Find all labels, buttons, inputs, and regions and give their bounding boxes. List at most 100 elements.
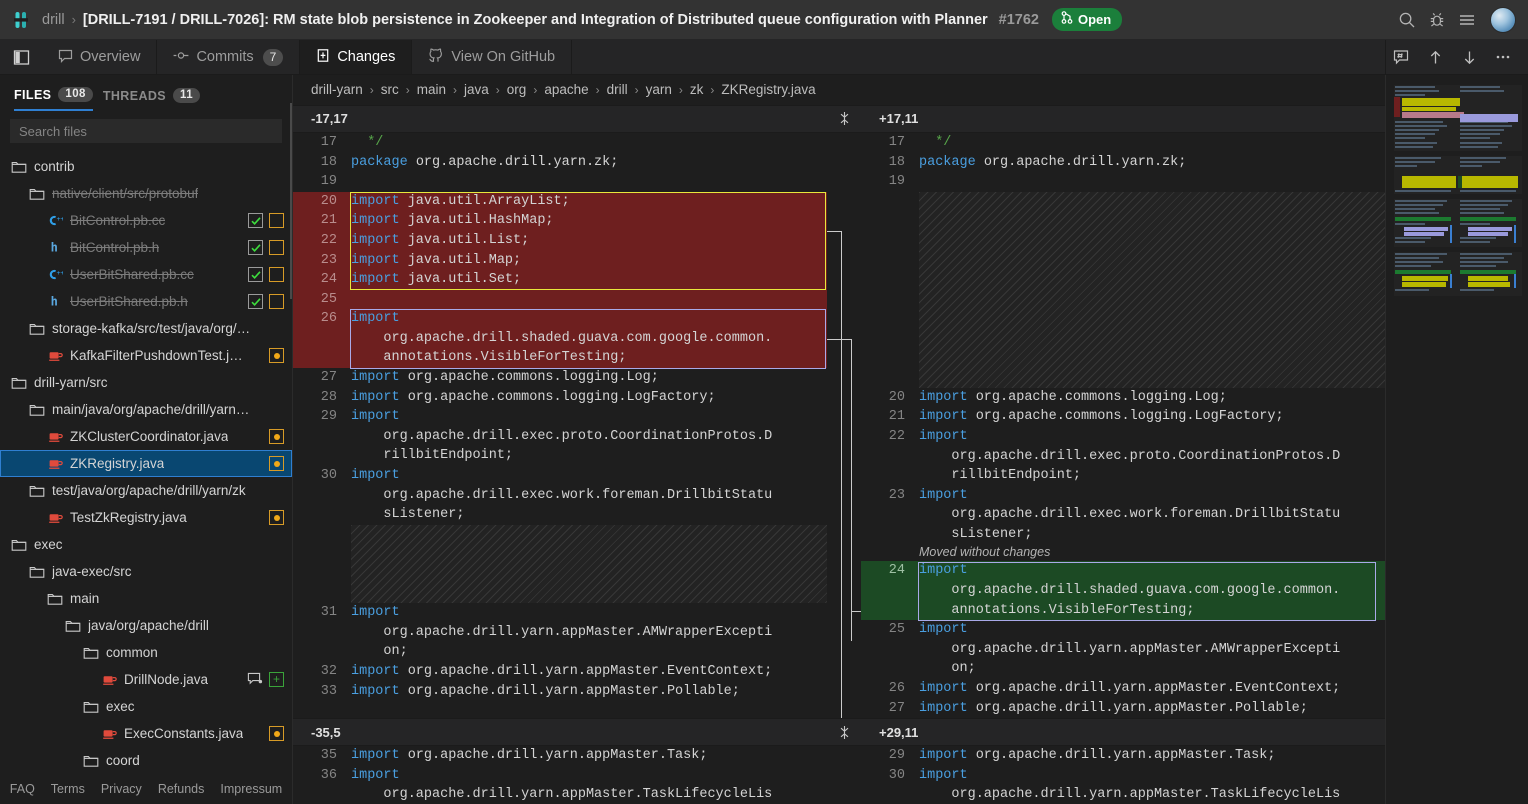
breadcrumb-segment[interactable]: org bbox=[507, 82, 527, 97]
diff-line-context[interactable]: 30 import org.apache.drill.exec.work.fore… bbox=[293, 466, 827, 525]
diff-line-context[interactable]: 19 bbox=[293, 172, 827, 192]
tree-file-row[interactable]: TestZkRegistry.java bbox=[0, 504, 292, 531]
tree-file-row[interactable]: KafkaFilterPushdownTest.j… bbox=[0, 342, 292, 369]
arrow-up-icon[interactable] bbox=[1420, 42, 1450, 72]
breadcrumb-segment[interactable]: java bbox=[464, 82, 489, 97]
changed-marker-icon[interactable] bbox=[269, 456, 284, 471]
tree-file-row[interactable]: h UserBitShared.pb.h bbox=[0, 288, 292, 315]
footer-link-faq[interactable]: FAQ bbox=[10, 782, 35, 796]
tree-folder-row[interactable]: test/java/org/apache/drill/yarn/zk bbox=[0, 477, 292, 504]
diff-line-context[interactable]: 29 import org.apache.drill.exec.proto.Coo… bbox=[293, 407, 827, 466]
diff-line-context[interactable]: 29 import org.apache.drill.yarn.appMaster… bbox=[861, 746, 1385, 766]
diff-line-context[interactable]: 21 import org.apache.commons.logging.LogF… bbox=[861, 407, 1385, 427]
diff-line-context[interactable]: 19 bbox=[861, 172, 1385, 192]
minimap[interactable] bbox=[1385, 75, 1528, 804]
changed-marker-icon[interactable] bbox=[269, 429, 284, 444]
bug-icon[interactable] bbox=[1422, 5, 1452, 35]
breadcrumb-segment[interactable]: drill-yarn bbox=[311, 82, 363, 97]
breadcrumb-segment[interactable]: zk bbox=[690, 82, 704, 97]
unresolved-marker-icon[interactable] bbox=[269, 213, 284, 228]
diff-line-removed[interactable]: 24 import java.util.Set; bbox=[293, 270, 827, 290]
diff-line-context[interactable]: 33 import org.apache.drill.yarn.appMaster… bbox=[293, 682, 827, 702]
footer-link-terms[interactable]: Terms bbox=[51, 782, 85, 796]
more-ellipsis-icon[interactable] bbox=[1488, 42, 1518, 72]
sidebar-toggle-icon[interactable] bbox=[0, 40, 42, 74]
diff-line-context[interactable]: 22 import org.apache.drill.exec.proto.Coo… bbox=[861, 427, 1385, 486]
tab-overview[interactable]: Overview bbox=[42, 40, 158, 74]
diff-line-context[interactable]: 20 import org.apache.commons.logging.Log; bbox=[861, 388, 1385, 408]
diff-line-removed[interactable]: 23 import java.util.Map; bbox=[293, 250, 827, 271]
diff-line-context[interactable]: 18 package org.apache.drill.yarn.zk; bbox=[293, 153, 827, 173]
changed-marker-icon[interactable] bbox=[269, 726, 284, 741]
tree-file-row[interactable]: DrillNode.java + bbox=[0, 666, 292, 693]
tree-file-row[interactable]: ExecConstants.java bbox=[0, 720, 292, 747]
repo-name[interactable]: drill bbox=[42, 12, 65, 28]
diff-line-context[interactable]: 23 import org.apache.drill.exec.work.fore… bbox=[861, 486, 1385, 545]
checkbox-checked-icon[interactable] bbox=[248, 267, 263, 282]
diff-line-removed[interactable]: 21 import java.util.HashMap; bbox=[293, 211, 827, 231]
tree-folder-row[interactable]: java/org/apache/drill bbox=[0, 612, 292, 639]
tree-folder-row[interactable]: storage-kafka/src/test/java/org/… bbox=[0, 315, 292, 342]
footer-link-impressum[interactable]: Impressum bbox=[220, 782, 282, 796]
diff-line-context[interactable]: 32 import org.apache.drill.yarn.appMaster… bbox=[293, 662, 827, 682]
sidebar-tab-threads[interactable]: THREADS 11 bbox=[103, 88, 200, 110]
unresolved-marker-icon[interactable] bbox=[269, 267, 284, 282]
tree-file-row[interactable]: ++ UserBitShared.pb.cc bbox=[0, 261, 292, 288]
comment-hash-icon[interactable] bbox=[1386, 42, 1416, 72]
diff-line-context[interactable]: 17 */ bbox=[861, 133, 1385, 153]
collapse-icon-2[interactable] bbox=[827, 725, 861, 740]
unresolved-marker-icon[interactable] bbox=[269, 294, 284, 309]
diff-line-context[interactable]: 27 import org.apache.drill.yarn.appMaster… bbox=[861, 699, 1385, 719]
diff-line-context[interactable]: 26 import org.apache.drill.yarn.appMaster… bbox=[861, 679, 1385, 699]
tree-file-row[interactable]: ++ BitControl.pb.cc bbox=[0, 207, 292, 234]
tree-folder-row[interactable]: native/client/src/protobuf bbox=[0, 180, 292, 207]
tree-folder-row[interactable]: java-exec/src bbox=[0, 558, 292, 585]
tab-changes[interactable]: Changes bbox=[300, 40, 413, 74]
comment-icon[interactable] bbox=[247, 671, 263, 689]
arrow-down-icon[interactable] bbox=[1454, 42, 1484, 72]
diff-line-context[interactable]: 31 import org.apache.drill.yarn.appMaster… bbox=[293, 603, 827, 662]
changed-marker-icon[interactable] bbox=[269, 510, 284, 525]
search-input[interactable] bbox=[10, 119, 282, 143]
breadcrumb-segment[interactable]: ZKRegistry.java bbox=[721, 82, 815, 97]
footer-link-privacy[interactable]: Privacy bbox=[101, 782, 142, 796]
tree-file-row[interactable]: ZKClusterCoordinator.java bbox=[0, 423, 292, 450]
collapse-icon[interactable] bbox=[827, 111, 861, 126]
checkbox-checked-icon[interactable] bbox=[248, 213, 263, 228]
tree-folder-row[interactable]: coord bbox=[0, 747, 292, 774]
avatar[interactable] bbox=[1490, 6, 1516, 33]
diff-line-context[interactable]: 36 import org.apache.drill.yarn.appMaster… bbox=[293, 766, 827, 804]
diff-line-removed[interactable]: 26 import org.apache.drill.shaded.guava.c… bbox=[293, 309, 827, 369]
diff-line-context[interactable]: 28 import org.apache.commons.logging.LogF… bbox=[293, 388, 827, 408]
tree-file-row[interactable]: h BitControl.pb.h bbox=[0, 234, 292, 261]
diff-line-removed[interactable]: 22 import java.util.List; bbox=[293, 230, 827, 251]
breadcrumb-segment[interactable]: src bbox=[381, 82, 399, 97]
unresolved-marker-icon[interactable] bbox=[269, 240, 284, 255]
diff-line-context[interactable]: 25 import org.apache.drill.yarn.appMaster… bbox=[861, 620, 1385, 679]
tree-folder-row[interactable]: exec bbox=[0, 531, 292, 558]
tree-folder-row[interactable]: common bbox=[0, 639, 292, 666]
tree-folder-row[interactable]: drill-yarn/src bbox=[0, 369, 292, 396]
diff-line-context[interactable]: 17 */ bbox=[293, 133, 827, 153]
search-icon[interactable] bbox=[1392, 5, 1422, 35]
diff-line-removed[interactable]: 25 bbox=[293, 289, 827, 310]
diff-line-removed[interactable]: 20 import java.util.ArrayList; bbox=[293, 191, 827, 212]
tree-folder-row[interactable]: main bbox=[0, 585, 292, 612]
diff-line-context[interactable]: 30 import org.apache.drill.yarn.appMaster… bbox=[861, 766, 1385, 804]
breadcrumb-segment[interactable]: main bbox=[417, 82, 446, 97]
changed-marker-icon[interactable] bbox=[269, 348, 284, 363]
diff-line-context[interactable]: 35 import org.apache.drill.yarn.appMaster… bbox=[293, 746, 827, 766]
diff-line-context[interactable]: 18 package org.apache.drill.yarn.zk; bbox=[861, 153, 1385, 173]
checkbox-checked-icon[interactable] bbox=[248, 240, 263, 255]
diff-line-added[interactable]: 24 import org.apache.drill.shaded.guava.c… bbox=[861, 561, 1385, 621]
hamburger-menu-icon[interactable] bbox=[1452, 5, 1482, 35]
tab-commits[interactable]: Commits 7 bbox=[157, 40, 301, 74]
tree-folder-row[interactable]: main/java/org/apache/drill/yarn… bbox=[0, 396, 292, 423]
sidebar-tab-files[interactable]: FILES 108 bbox=[14, 87, 93, 111]
tree-folder-row[interactable]: contrib bbox=[0, 153, 292, 180]
checkbox-checked-icon[interactable] bbox=[248, 294, 263, 309]
breadcrumb-segment[interactable]: yarn bbox=[646, 82, 672, 97]
footer-link-refunds[interactable]: Refunds bbox=[158, 782, 205, 796]
breadcrumb-segment[interactable]: drill bbox=[607, 82, 628, 97]
tree-file-row[interactable]: ZKRegistry.java bbox=[0, 450, 292, 477]
